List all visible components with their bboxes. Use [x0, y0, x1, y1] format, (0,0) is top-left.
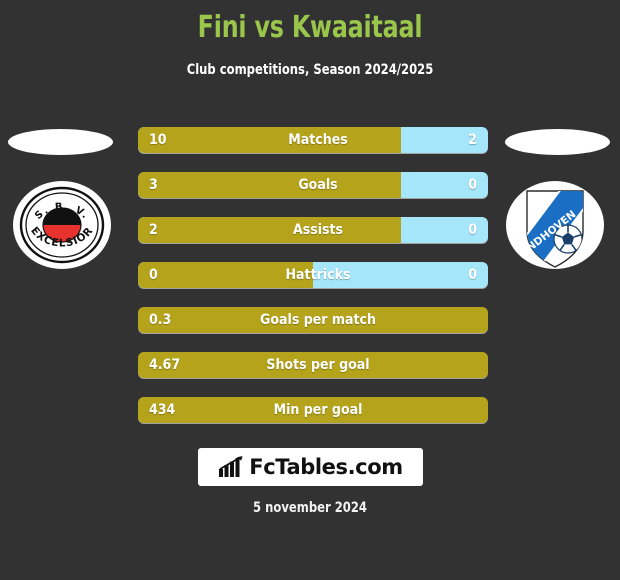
stat-bar-row: 0 Hattricks 0 [138, 262, 488, 288]
away-club-crest-eindhoven: FC EINDHOVEN [505, 175, 605, 275]
stat-bar-row: 434 Min per goal [138, 397, 488, 423]
stats-bar-list: 10 Matches 2 3 Goals 0 2 Assists 0 0 Hattricks 0 0.3… [138, 127, 488, 442]
stat-label: Goals per match [260, 312, 376, 328]
stat-away-value: 0 [468, 222, 477, 238]
bar-chart-arrow-icon [219, 456, 243, 477]
decorative-ellipse-left [8, 129, 113, 155]
fctables-brand-text: FcTables.com [249, 455, 403, 479]
stat-bar-row: 3 Goals 0 [138, 172, 488, 198]
stat-label: Goals [298, 177, 338, 193]
stat-comparison-card: Fini vs Kwaaitaal Club competitions, Sea… [0, 0, 620, 580]
stat-away-value: 2 [468, 132, 477, 148]
stat-label: Shots per goal [266, 357, 370, 373]
stat-label: Min per goal [273, 402, 363, 418]
stat-bar-row: 0.3 Goals per match [138, 307, 488, 333]
decorative-ellipse-right [505, 129, 610, 155]
stat-away-value: 0 [468, 177, 477, 193]
stat-away-value: 0 [468, 267, 477, 283]
page-subtitle: Club competitions, Season 2024/2025 [186, 62, 434, 78]
stat-label: Assists [292, 222, 344, 238]
stat-bar-row: 2 Assists 0 [138, 217, 488, 243]
stat-bar-row: 10 Matches 2 [138, 127, 488, 153]
page-title: Fini vs Kwaaitaal [197, 10, 423, 45]
stat-label: Matches [288, 132, 348, 148]
home-club-crest-excelsior: S. B. V. EXCELSIOR [12, 175, 112, 275]
fctables-logo[interactable]: FcTables.com [198, 448, 423, 486]
stat-bar-row: 4.67 Shots per goal [138, 352, 488, 378]
stat-label: Hattricks [285, 267, 351, 283]
report-date: 5 november 2024 [253, 500, 367, 516]
